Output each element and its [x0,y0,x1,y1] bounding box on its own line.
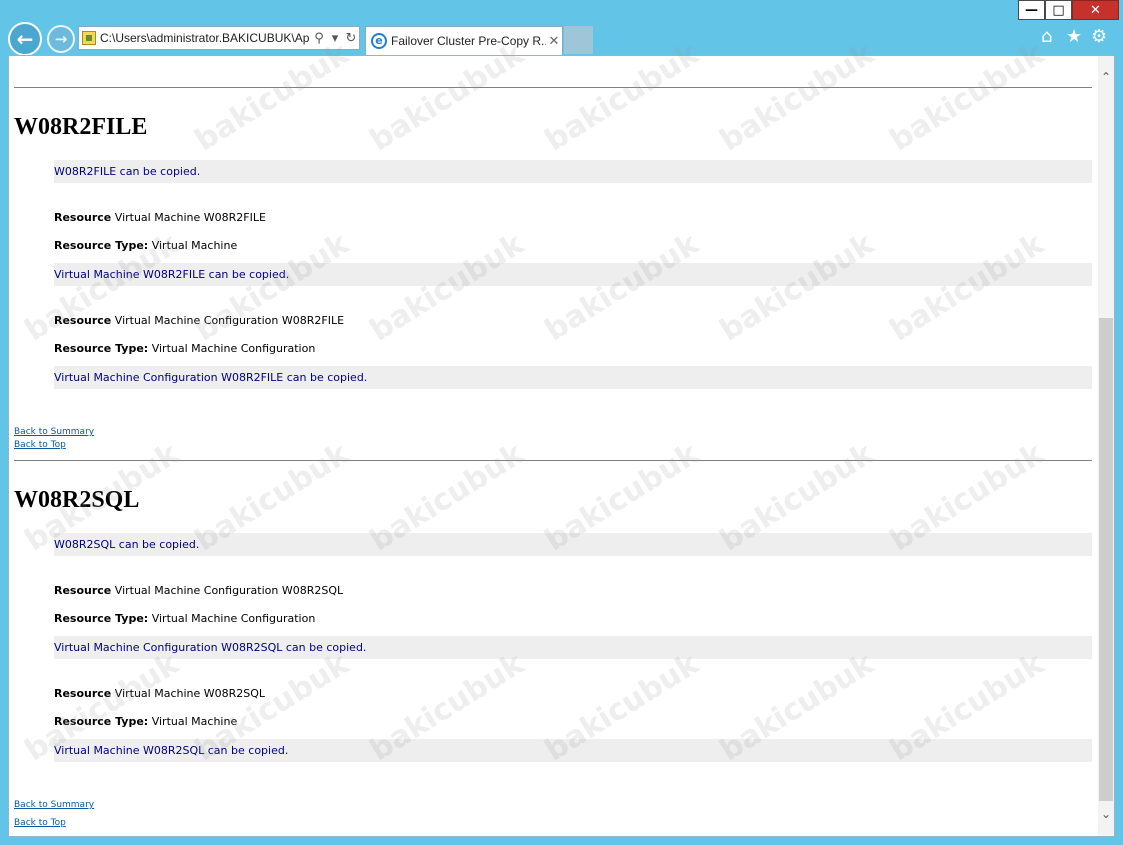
resource-type-row: Resource Type: Virtual Machine Configura… [54,342,315,356]
resource-row: Resource Virtual Machine Configuration W… [54,584,343,598]
ie-icon: e [371,33,387,49]
close-window-button[interactable]: ✕ [1072,0,1119,20]
vertical-scrollbar[interactable]: ⌃ ⌄ [1098,56,1114,836]
resource-type-row: Resource Type: Virtual Machine Configura… [54,612,315,626]
resource-value: Virtual Machine W08R2FILE [114,211,266,224]
back-to-summary-link[interactable]: Back to Summary [14,800,94,810]
resource-label: Resource [54,687,112,700]
resource-type-label: Resource Type: [54,715,149,728]
resource-type-label: Resource Type: [54,239,149,252]
resource-label: Resource [54,211,112,224]
new-tab-button[interactable] [564,26,593,54]
summary-message: W08R2SQL can be copied. [54,533,1092,556]
page-viewport: W08R2FILE W08R2FILE can be copied. Resou… [8,55,1115,837]
star-icon[interactable]: ★ [1066,26,1082,47]
resource-message: Virtual Machine W08R2FILE can be copied. [54,263,1092,286]
tab-title: Failover Cluster Pre-Copy R... [391,34,546,48]
scroll-up-arrow-icon[interactable]: ⌃ [1098,69,1114,86]
resource-type-value: Virtual Machine [151,239,238,252]
resource-message: Virtual Machine W08R2SQL can be copied. [54,739,1092,762]
forward-button[interactable]: → [47,25,75,53]
maximize-icon: □ [1052,2,1065,18]
back-arrow-icon: ← [16,27,34,51]
resource-type-row: Resource Type: Virtual Machine [54,239,237,253]
resource-type-value: Virtual Machine [151,715,238,728]
host-heading: W08R2SQL [14,487,140,513]
resource-type-row: Resource Type: Virtual Machine [54,715,237,729]
resource-type-value: Virtual Machine Configuration [151,342,316,355]
refresh-icon[interactable]: ↻ [343,31,359,46]
address-bar[interactable]: C:\Users\administrator.BAKICUBUK\Ap ⚲ ▾ … [78,26,360,50]
resource-label: Resource [54,314,112,327]
address-text[interactable]: C:\Users\administrator.BAKICUBUK\Ap [100,31,311,45]
summary-message: W08R2FILE can be copied. [54,160,1092,183]
back-to-top-link[interactable]: Back to Top [14,440,66,450]
maximize-button[interactable]: □ [1045,0,1072,20]
scroll-down-arrow-icon[interactable]: ⌄ [1098,806,1114,823]
resource-type-label: Resource Type: [54,612,149,625]
back-to-top-link[interactable]: Back to Top [14,818,66,828]
resource-row: Resource Virtual Machine Configuration W… [54,314,344,328]
host-heading: W08R2FILE [14,114,148,140]
search-icon[interactable]: ⚲ [311,31,327,46]
resource-value: Virtual Machine Configuration W08R2SQL [114,584,344,597]
resource-message: Virtual Machine Configuration W08R2FILE … [54,366,1092,389]
tab-precopy-report[interactable]: e Failover Cluster Pre-Copy R... ✕ [365,26,563,55]
resource-value: Virtual Machine Configuration W08R2FILE [114,314,345,327]
forward-arrow-icon: → [54,30,68,48]
resource-type-value: Virtual Machine Configuration [151,612,316,625]
home-icon[interactable]: ⌂ [1041,26,1052,47]
minimize-button[interactable]: — [1018,0,1045,20]
gear-icon[interactable]: ⚙ [1091,26,1107,47]
back-button[interactable]: ← [8,22,42,56]
resource-message: Virtual Machine Configuration W08R2SQL c… [54,636,1092,659]
resource-row: Resource Virtual Machine W08R2SQL [54,687,265,701]
section-divider [14,460,1092,461]
section-divider [14,87,1092,88]
close-icon: ✕ [1090,2,1101,18]
scroll-thumb[interactable] [1099,318,1113,801]
close-icon[interactable]: ✕ [546,34,562,49]
resource-row: Resource Virtual Machine W08R2FILE [54,211,266,225]
resource-value: Virtual Machine W08R2SQL [114,687,266,700]
minimize-icon: — [1025,2,1038,18]
resource-label: Resource [54,584,112,597]
chevron-down-icon[interactable]: ▾ [327,31,343,46]
page-document-icon [82,31,96,45]
resource-type-label: Resource Type: [54,342,149,355]
back-to-summary-link[interactable]: Back to Summary [14,427,94,437]
report-content: W08R2FILE W08R2FILE can be copied. Resou… [9,56,1099,836]
